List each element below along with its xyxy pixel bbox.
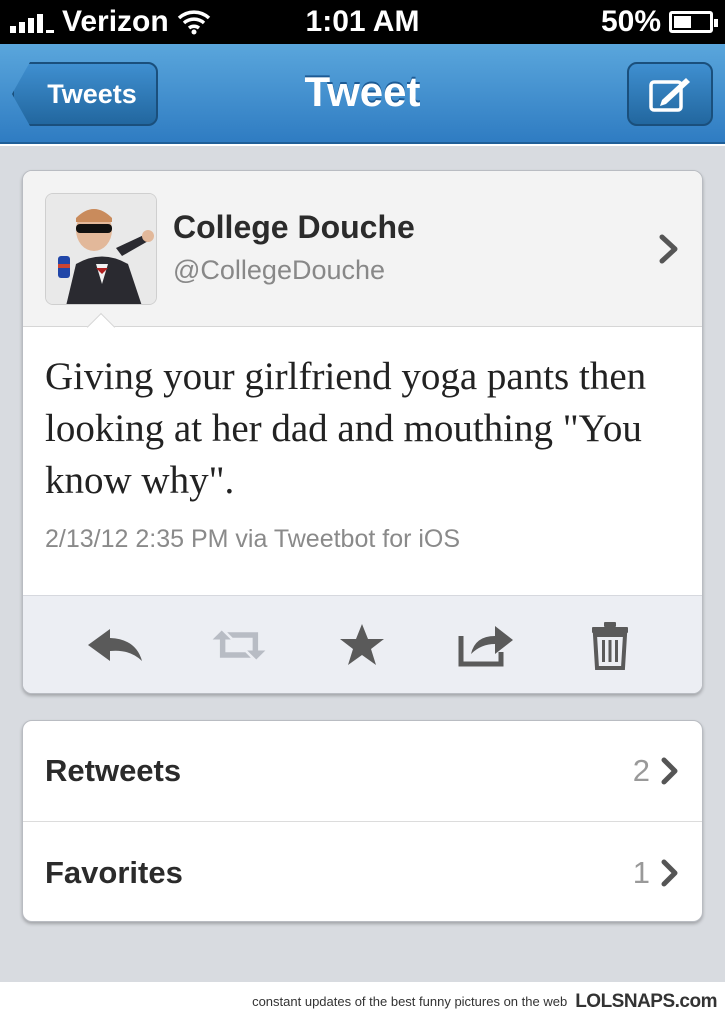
avatar[interactable] bbox=[45, 193, 157, 305]
favorites-value: 1 bbox=[633, 855, 680, 891]
retweet-icon bbox=[212, 629, 266, 660]
tweet-detail-view: College Douche @CollegeDouche Giving you… bbox=[0, 146, 725, 982]
avatar-image bbox=[46, 194, 156, 304]
page-title: Tweet bbox=[304, 68, 421, 115]
chevron-right-icon bbox=[661, 757, 678, 785]
battery-percent: 50% bbox=[600, 5, 661, 38]
favorite-button[interactable] bbox=[332, 615, 392, 675]
author-handle: @CollegeDouche bbox=[173, 255, 386, 285]
chevron-right-icon bbox=[659, 234, 678, 264]
tweet-stats: Retweets 2 Favorites 1 bbox=[22, 720, 703, 922]
retweets-label: Retweets bbox=[45, 753, 182, 788]
compose-icon bbox=[649, 78, 690, 112]
reply-icon bbox=[87, 628, 142, 661]
retweets-row[interactable]: Retweets 2 bbox=[23, 721, 702, 822]
wifi-icon bbox=[177, 10, 210, 35]
tweet-card: College Douche @CollegeDouche Giving you… bbox=[22, 170, 703, 694]
share-icon bbox=[458, 625, 514, 666]
author-name: College Douche bbox=[173, 209, 415, 245]
favorites-count: 1 bbox=[632, 854, 650, 890]
favorite-star-icon bbox=[340, 623, 385, 665]
favorites-label: Favorites bbox=[45, 854, 183, 890]
tweet-timestamp: 2/13/12 2:35 PM via Tweetbot for iOS bbox=[45, 525, 461, 553]
navigation-bar: Tweets Tweet bbox=[0, 44, 725, 144]
retweet-button[interactable] bbox=[209, 615, 269, 675]
chevron-right-icon bbox=[661, 859, 678, 886]
compose-button[interactable] bbox=[627, 62, 713, 126]
author-row[interactable]: College Douche @CollegeDouche bbox=[23, 171, 702, 327]
tweet-text: Giving your girlfriend yoga pants then l… bbox=[45, 355, 647, 502]
status-bar: Verizon 1:01 AM 50% bbox=[0, 0, 725, 44]
favorites-row[interactable]: Favorites 1 bbox=[23, 822, 702, 923]
status-left: Verizon bbox=[0, 5, 211, 39]
footer-caption: constant updates of the best funny pictu… bbox=[252, 994, 568, 1009]
tweet-action-bar bbox=[23, 595, 702, 693]
reply-button[interactable] bbox=[85, 615, 145, 675]
battery-icon bbox=[669, 11, 718, 33]
battery-fill bbox=[674, 16, 691, 28]
delete-button[interactable] bbox=[580, 615, 640, 675]
share-button[interactable] bbox=[456, 615, 516, 675]
footer-logo: LOLSNAPS.com bbox=[575, 990, 717, 1012]
carrier-label: Verizon bbox=[62, 5, 169, 38]
status-right: 50% bbox=[601, 5, 725, 39]
signal-icon bbox=[10, 11, 54, 33]
retweets-value: 2 bbox=[633, 753, 680, 789]
trash-icon bbox=[592, 621, 629, 670]
retweets-count: 2 bbox=[632, 753, 650, 788]
watermark-footer: constant updates of the best funny pictu… bbox=[0, 982, 725, 1021]
